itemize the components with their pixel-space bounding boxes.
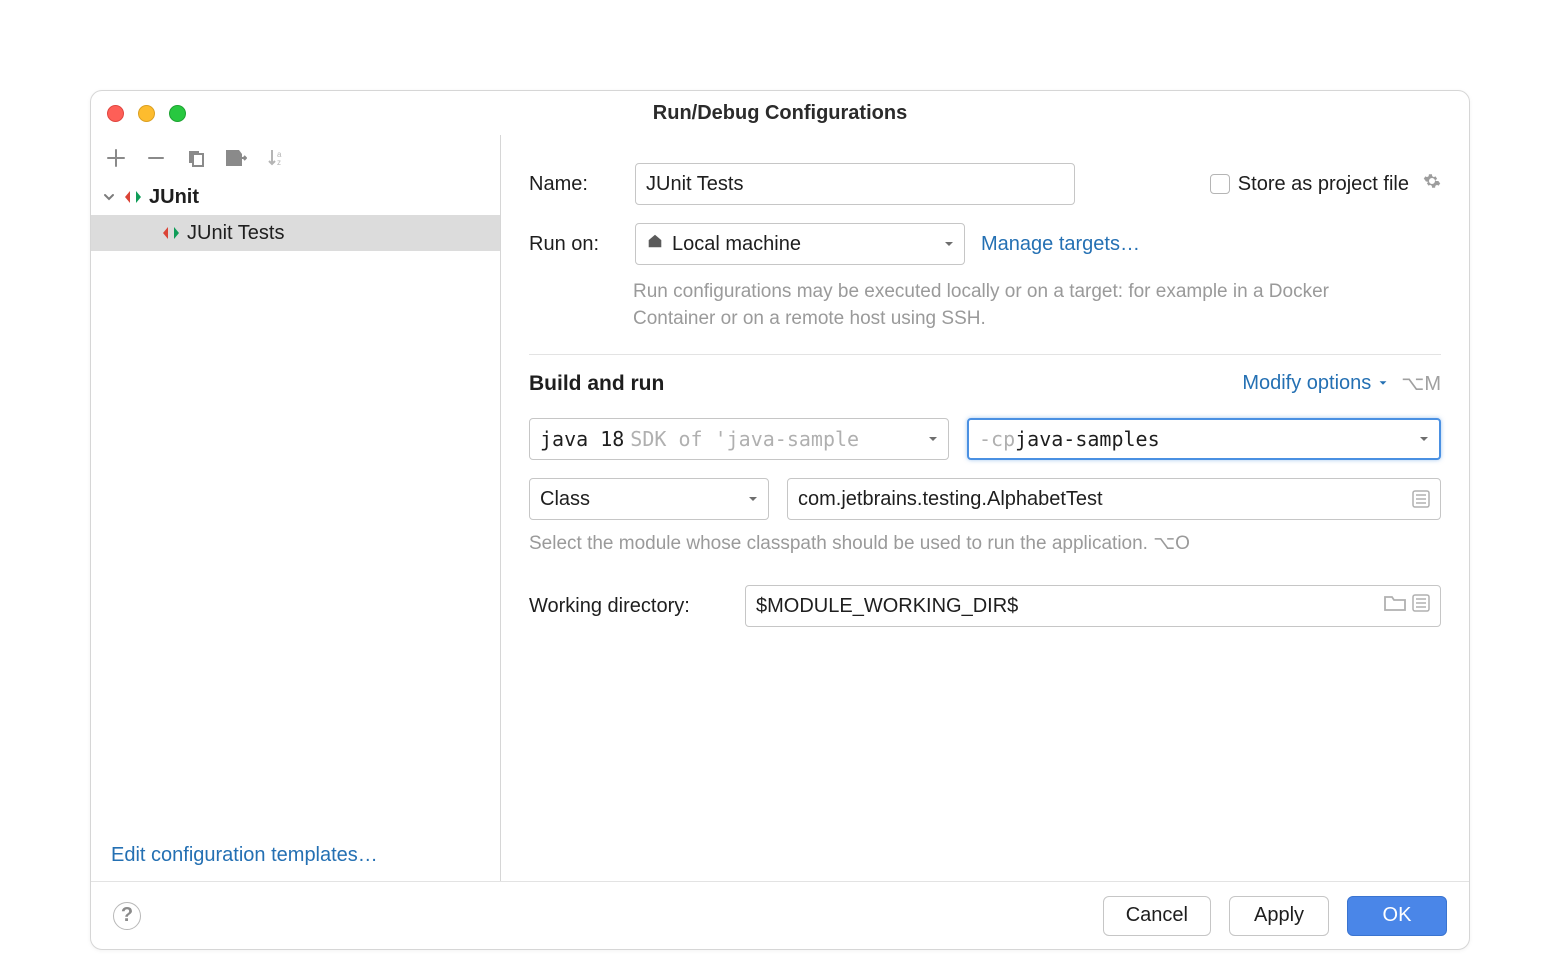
configurations-sidebar: az JUnit xyxy=(91,135,501,881)
modify-options-label: Modify options xyxy=(1242,372,1371,395)
chevron-down-icon xyxy=(942,237,956,251)
help-button[interactable]: ? xyxy=(113,902,141,930)
tree-item-junit-tests[interactable]: JUnit Tests xyxy=(91,215,500,251)
working-dir-field[interactable]: $MODULE_WORKING_DIR$ xyxy=(745,585,1441,627)
classpath-select[interactable]: -cp java-samples xyxy=(967,418,1441,460)
manage-targets-link[interactable]: Manage targets… xyxy=(981,233,1140,256)
name-field[interactable] xyxy=(635,163,1075,205)
working-dir-label: Working directory: xyxy=(529,595,729,618)
add-config-icon[interactable] xyxy=(105,147,127,169)
class-name-field[interactable]: com.jetbrains.testing.AlphabetTest xyxy=(787,478,1441,520)
cp-flag: -cp xyxy=(979,427,1015,451)
run-on-value: Local machine xyxy=(672,233,801,256)
run-on-select[interactable]: Local machine xyxy=(635,223,965,265)
tree-group-junit[interactable]: JUnit xyxy=(91,179,500,215)
tree-group-label: JUnit xyxy=(149,186,199,209)
sort-config-icon[interactable]: az xyxy=(265,147,287,169)
store-project-file-checkbox[interactable] xyxy=(1210,174,1230,194)
run-on-label: Run on: xyxy=(529,233,619,256)
tree-item-label: JUnit Tests xyxy=(187,222,284,245)
jdk-value: java 18 xyxy=(540,427,624,451)
expand-field-icon[interactable] xyxy=(1412,594,1430,618)
edit-templates-link[interactable]: Edit configuration templates… xyxy=(111,844,378,866)
title-bar: Run/Debug Configurations xyxy=(91,91,1469,135)
close-window-icon[interactable] xyxy=(107,105,124,122)
remove-config-icon[interactable] xyxy=(145,147,167,169)
jdk-module-detail: SDK of 'java-sample xyxy=(630,427,859,451)
apply-button[interactable]: Apply xyxy=(1229,896,1329,936)
chevron-down-icon xyxy=(926,432,940,446)
chevron-down-icon xyxy=(746,492,760,506)
cp-module-value: java-samples xyxy=(1015,427,1160,451)
cancel-button[interactable]: Cancel xyxy=(1103,896,1211,936)
test-kind-select[interactable]: Class xyxy=(529,478,769,520)
zoom-window-icon[interactable] xyxy=(169,105,186,122)
run-debug-config-window: Run/Debug Configurations az xyxy=(90,90,1470,950)
class-name-value: com.jetbrains.testing.AlphabetTest xyxy=(798,488,1103,511)
working-dir-value: $MODULE_WORKING_DIR$ xyxy=(756,595,1018,618)
chevron-down-icon xyxy=(1417,432,1431,446)
name-label: Name: xyxy=(529,173,619,196)
home-icon xyxy=(646,232,664,256)
run-on-help-text: Run configurations may be executed local… xyxy=(633,279,1373,332)
modify-options-shortcut: ⌥M xyxy=(1401,371,1441,396)
sidebar-toolbar: az xyxy=(91,135,500,175)
junit-icon xyxy=(161,225,181,241)
minimize-window-icon[interactable] xyxy=(138,105,155,122)
chevron-down-icon xyxy=(1377,372,1389,395)
config-tree: JUnit JUnit Tests xyxy=(91,179,500,251)
jdk-select[interactable]: java 18 SDK of 'java-sample xyxy=(529,418,949,460)
divider xyxy=(529,354,1441,355)
expand-field-icon[interactable] xyxy=(1412,490,1430,508)
dialog-footer: ? Cancel Apply OK xyxy=(91,881,1469,949)
modify-options-link[interactable]: Modify options ⌥M xyxy=(1242,371,1441,396)
build-run-section-title: Build and run xyxy=(529,372,664,396)
folder-icon[interactable] xyxy=(1384,594,1406,618)
store-project-file[interactable]: Store as project file xyxy=(1210,172,1441,196)
store-project-file-label: Store as project file xyxy=(1238,173,1409,196)
classpath-help-text: Select the module whose classpath should… xyxy=(529,532,1441,555)
chevron-down-icon xyxy=(101,189,117,205)
config-form: Name: Store as project file Run on: xyxy=(501,135,1469,881)
junit-icon xyxy=(123,189,143,205)
test-kind-value: Class xyxy=(540,488,590,511)
save-config-icon[interactable] xyxy=(225,147,247,169)
ok-button[interactable]: OK xyxy=(1347,896,1447,936)
copy-config-icon[interactable] xyxy=(185,147,207,169)
window-title: Run/Debug Configurations xyxy=(91,102,1469,125)
svg-text:z: z xyxy=(277,158,281,167)
window-controls xyxy=(91,105,186,122)
gear-icon[interactable] xyxy=(1423,172,1441,196)
